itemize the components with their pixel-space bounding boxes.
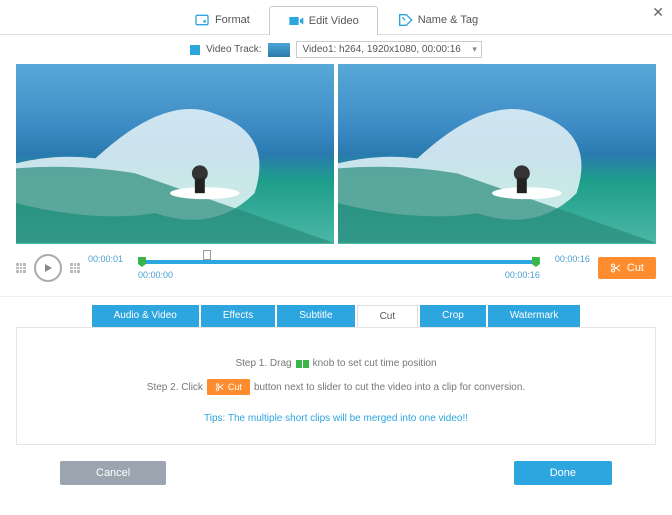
frame-back-icon[interactable] <box>16 263 26 273</box>
playhead-handle[interactable] <box>203 250 211 260</box>
subtab-effects[interactable]: Effects <box>201 305 275 327</box>
slider-track[interactable] <box>138 260 540 264</box>
track-dropdown[interactable]: Video1: h264, 1920x1080, 00:00:16 <box>296 41 482 58</box>
name-tag-icon <box>397 12 413 28</box>
tab-name-label: Name & Tag <box>418 14 478 26</box>
original-preview <box>16 64 334 244</box>
tab-format[interactable]: Format <box>175 5 269 34</box>
tips-text: Tips: The multiple short clips will be m… <box>27 413 645 424</box>
format-icon <box>194 12 210 28</box>
subtab-cut[interactable]: Cut <box>357 305 419 327</box>
time-end-bottom: 00:00:16 <box>505 270 540 280</box>
knob-icon <box>296 360 309 368</box>
tab-edit-video[interactable]: Edit Video <box>269 6 378 35</box>
step-1: Step 1. Drag knob to set cut time positi… <box>27 358 645 369</box>
playback-controls: 00:00:01 00:00:16 00:00:00 00:00:16 Cut <box>0 244 672 292</box>
video-track-row: Video Track: Video1: h264, 1920x1080, 00… <box>0 35 672 64</box>
time-start-bottom: 00:00:00 <box>138 270 173 280</box>
cut-instructions: Step 1. Drag knob to set cut time positi… <box>16 327 656 445</box>
step-2: Step 2. Click Cut button next to slider … <box>27 379 645 395</box>
close-icon[interactable]: ✕ <box>652 4 664 21</box>
time-current: 00:00:01 <box>88 254 123 264</box>
subtab-watermark[interactable]: Watermark <box>488 305 581 327</box>
dialog-footer: Cancel Done <box>0 453 672 495</box>
subtab-crop[interactable]: Crop <box>420 305 486 327</box>
track-selected: Video1: h264, 1920x1080, 00:00:16 <box>303 44 461 55</box>
scissors-icon <box>610 262 622 274</box>
subtab-subtitle[interactable]: Subtitle <box>277 305 354 327</box>
edit-video-icon <box>288 13 304 29</box>
tab-name-tag[interactable]: Name & Tag <box>378 5 497 34</box>
track-label: Video Track: <box>206 44 261 55</box>
edit-subtabs: Audio & Video Effects Subtitle Cut Crop … <box>0 296 672 327</box>
frame-fwd-icon[interactable] <box>70 263 80 273</box>
subtab-audio-video[interactable]: Audio & Video <box>92 305 199 327</box>
result-preview <box>338 64 656 244</box>
track-thumbnail <box>268 43 290 57</box>
play-button[interactable] <box>34 254 62 282</box>
cut-end-marker[interactable] <box>532 257 540 267</box>
film-icon <box>190 45 200 55</box>
done-button[interactable]: Done <box>514 461 612 485</box>
preview-area: ▷ Original Preview 🔍 <box>0 64 672 244</box>
cancel-button[interactable]: Cancel <box>60 461 166 485</box>
tab-format-label: Format <box>215 14 250 26</box>
tab-edit-label: Edit Video <box>309 15 359 27</box>
cut-button[interactable]: Cut <box>598 257 656 279</box>
mini-cut-icon: Cut <box>207 379 250 395</box>
cut-start-marker[interactable] <box>138 257 146 267</box>
cut-button-label: Cut <box>627 262 644 274</box>
time-end-top: 00:00:16 <box>555 254 590 264</box>
top-tabs: Format Edit Video Name & Tag <box>0 0 672 35</box>
timeline-slider[interactable]: 00:00:01 00:00:16 00:00:00 00:00:16 <box>88 252 590 284</box>
